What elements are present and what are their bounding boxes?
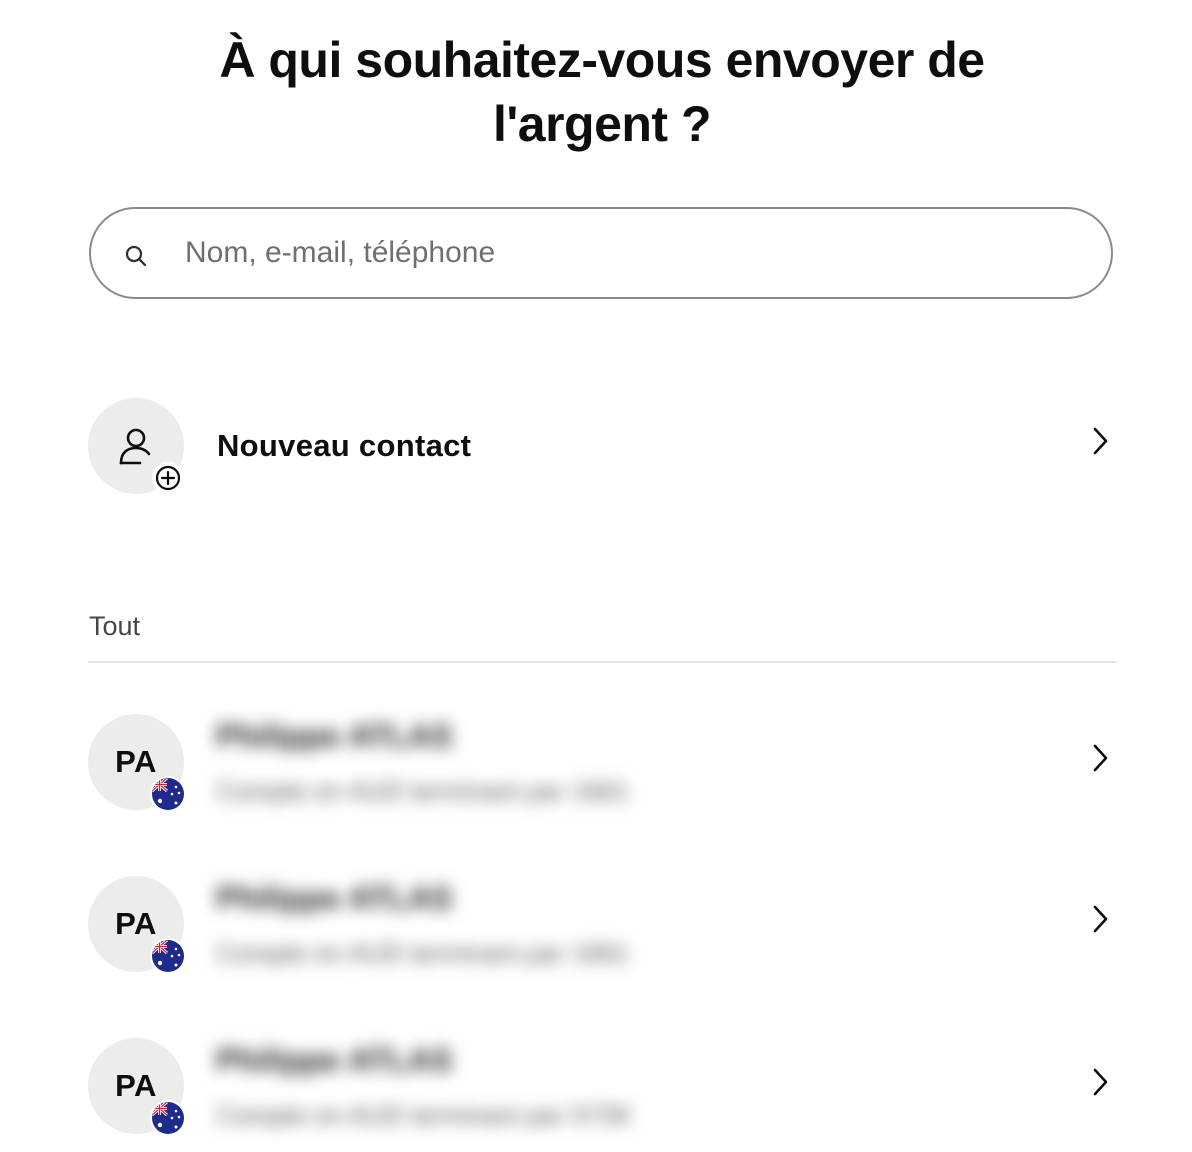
new-contact-label: Nouveau contact (217, 428, 472, 463)
australia-flag-icon (150, 938, 186, 974)
chevron-right-icon (1093, 1068, 1108, 1096)
chevron-right-icon (1093, 744, 1108, 772)
section-label-all: Tout (89, 611, 141, 641)
new-contact-button[interactable]: Nouveau contact (88, 398, 1116, 494)
new-contact-avatar (88, 398, 184, 494)
contact-row[interactable]: PA Philippe ATLAS Compte en AUD terminan… (88, 1038, 1116, 1136)
search-icon (125, 245, 147, 267)
contact-row[interactable]: PA Philippe ATLAS Compte en AUD terminan… (88, 714, 1116, 812)
contact-account-info: Compte en AUD terminant par 5739 (216, 1100, 630, 1130)
contact-name: Philippe ATLAS (216, 880, 453, 916)
chevron-right-icon (1093, 427, 1108, 455)
australia-flag-icon (150, 1100, 186, 1136)
contact-row[interactable]: PA Philippe ATLAS Compte en AUD terminan… (88, 876, 1116, 974)
contact-account-info: Compte en AUD terminant par 1661 (216, 776, 630, 806)
add-badge (152, 462, 184, 494)
contact-name: Philippe ATLAS (216, 1042, 453, 1078)
divider (88, 661, 1116, 663)
contact-name: Philippe ATLAS (216, 718, 453, 754)
page-title: À qui souhaitez-vous envoyer de l'argent… (219, 32, 985, 152)
person-icon (119, 428, 151, 465)
plus-circle-icon (155, 465, 181, 491)
search-field[interactable] (89, 207, 1113, 299)
chevron-right-icon (1093, 905, 1108, 933)
search-input[interactable] (185, 229, 1065, 277)
contact-account-info: Compte en AUD terminant par 1661 (216, 938, 630, 968)
australia-flag-icon (150, 776, 186, 812)
